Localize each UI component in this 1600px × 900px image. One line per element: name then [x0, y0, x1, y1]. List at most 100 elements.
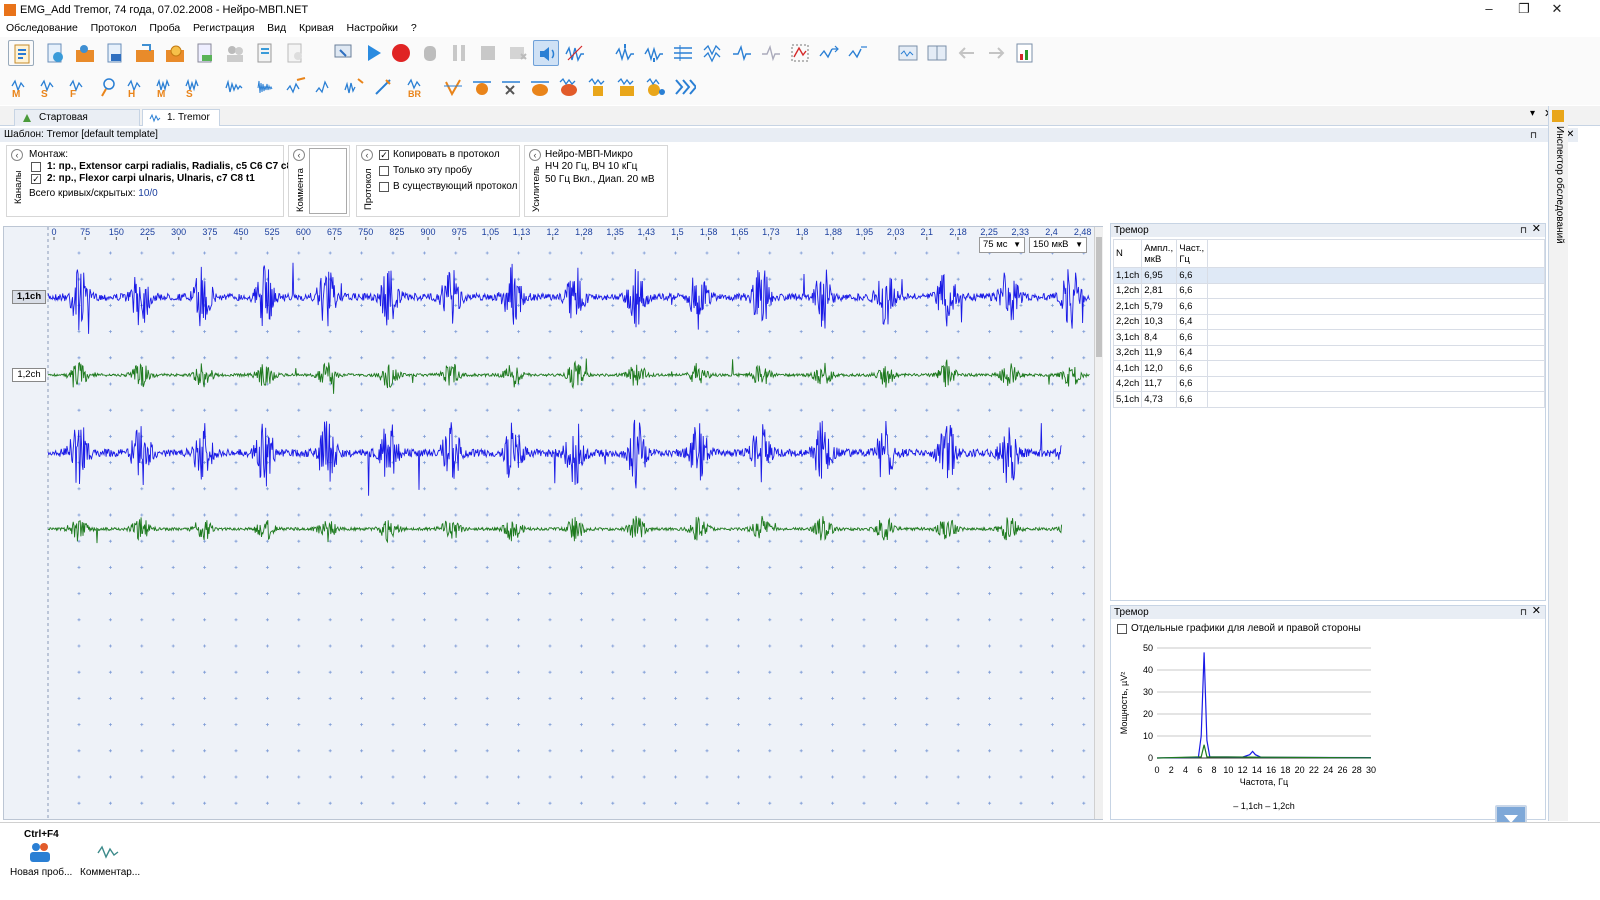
- test-probe-button[interactable]: [95, 74, 121, 100]
- mark-button[interactable]: [816, 40, 842, 66]
- open-button[interactable]: [42, 40, 68, 66]
- test-needle3-button[interactable]: [341, 74, 367, 100]
- time-scale-select[interactable]: 75 мс ▼: [979, 237, 1025, 253]
- tab-start-page[interactable]: Стартовая страница: [14, 109, 140, 139]
- comment-collapse-icon[interactable]: ‹: [293, 149, 305, 161]
- existing-protocol-checkbox[interactable]: [379, 182, 389, 192]
- amp-up-button[interactable]: [612, 40, 638, 66]
- channel-2-checkbox[interactable]: ✓: [31, 174, 41, 184]
- exam-inspector-sidebar[interactable]: Инспектор обследований: [1548, 106, 1568, 821]
- comment-textbox[interactable]: [309, 148, 347, 214]
- filter-button[interactable]: [562, 40, 588, 66]
- table-row[interactable]: 1,1ch 6,95 6,6: [1112, 267, 1545, 284]
- new-test-button[interactable]: Новая проб...: [6, 841, 74, 881]
- graph-scroll-thumb[interactable]: [1096, 237, 1102, 357]
- new-exam-button[interactable]: [8, 40, 34, 66]
- test-needle4-button[interactable]: [370, 74, 396, 100]
- menu-item-registration[interactable]: Регистрация: [193, 20, 254, 36]
- tab-menu-icon[interactable]: ▾: [1530, 108, 1535, 119]
- print-button[interactable]: [252, 40, 278, 66]
- window-button[interactable]: [895, 40, 921, 66]
- test-h2-button[interactable]: [643, 74, 669, 100]
- emg-graph[interactable]: 0 75 150 225 300 375 450 525 600 675 750 825 900 975 1…: [3, 226, 1117, 821]
- test-needle-button[interactable]: [283, 74, 309, 100]
- table-row[interactable]: 5,1ch 4,73 6,6: [1112, 391, 1545, 408]
- test-g-button[interactable]: [614, 74, 640, 100]
- settings-folder-button[interactable]: [162, 40, 188, 66]
- monitor-button[interactable]: [330, 40, 356, 66]
- test-h-button[interactable]: H: [124, 74, 150, 100]
- overlay-button[interactable]: [700, 40, 726, 66]
- report-chart-button[interactable]: [1012, 40, 1038, 66]
- close-icon[interactable]: ✕: [1542, 0, 1572, 20]
- channel-label-2[interactable]: 1,2ch: [12, 368, 46, 382]
- export-button[interactable]: [132, 40, 158, 66]
- table-row[interactable]: 4,2ch 11,7 6,6: [1112, 375, 1545, 392]
- save-button[interactable]: [102, 40, 128, 66]
- minimize-icon[interactable]: –: [1474, 0, 1504, 20]
- test-m-button[interactable]: M: [8, 74, 34, 100]
- test-a-button[interactable]: [440, 74, 466, 100]
- test-s-button[interactable]: S: [37, 74, 63, 100]
- more-button[interactable]: [672, 74, 698, 100]
- test-b-button[interactable]: [469, 74, 495, 100]
- wave-gray-button[interactable]: [758, 40, 784, 66]
- graph-scrollbar[interactable]: [1094, 227, 1103, 819]
- channels-collapse-icon[interactable]: ‹: [11, 149, 23, 161]
- channel-1-checkbox[interactable]: [31, 162, 41, 172]
- table-row[interactable]: 3,1ch 8,4 6,6: [1112, 329, 1545, 346]
- people-button[interactable]: [222, 40, 248, 66]
- restore-icon[interactable]: ❐: [1509, 0, 1539, 20]
- patients-button[interactable]: [72, 40, 98, 66]
- play-button[interactable]: [360, 40, 386, 66]
- sound-button[interactable]: [533, 40, 559, 66]
- test-emg2-button[interactable]: [254, 74, 280, 100]
- close-icon[interactable]: ✕: [1532, 605, 1541, 618]
- table-row[interactable]: 2,2ch 10,3 6,4: [1112, 313, 1545, 330]
- menu-item-protocol[interactable]: Протокол: [91, 20, 137, 36]
- mark2-button[interactable]: [845, 40, 871, 66]
- test-br-button[interactable]: BR: [404, 74, 430, 100]
- pause-button[interactable]: [446, 40, 472, 66]
- test-needle2-button[interactable]: [312, 74, 338, 100]
- table-row[interactable]: 3,2ch 11,9 6,4: [1112, 344, 1545, 361]
- erase-button[interactable]: [505, 40, 531, 66]
- amp-scale-select[interactable]: 150 мкВ ▼: [1029, 237, 1087, 253]
- window2-button[interactable]: [924, 40, 950, 66]
- menu-item-examination[interactable]: Обследование: [6, 20, 78, 36]
- report-button[interactable]: [192, 40, 218, 66]
- test-emg-button[interactable]: [222, 74, 248, 100]
- separate-graphs-checkbox[interactable]: [1117, 624, 1127, 634]
- forward-button[interactable]: [983, 40, 1009, 66]
- test-e-button[interactable]: [556, 74, 582, 100]
- test-f-button[interactable]: F: [66, 74, 92, 100]
- print-preview-button[interactable]: [282, 40, 308, 66]
- record-button[interactable]: [388, 40, 414, 66]
- menu-item-test[interactable]: Проба: [149, 20, 180, 36]
- pin-icon[interactable]: ⊓: [1530, 128, 1537, 142]
- amp-down-button[interactable]: [641, 40, 667, 66]
- menu-item-settings[interactable]: Настройки: [347, 20, 399, 36]
- test-c-button[interactable]: [498, 74, 524, 100]
- amplifier-collapse-icon[interactable]: ‹: [529, 149, 541, 161]
- stop-button[interactable]: [475, 40, 501, 66]
- test-s2-button[interactable]: S: [182, 74, 208, 100]
- back-button[interactable]: [954, 40, 980, 66]
- channel-label-1[interactable]: 1,1ch: [12, 290, 46, 304]
- tab-tremor[interactable]: 1. Tremor: [142, 109, 220, 126]
- pin-icon[interactable]: ⊓: [1520, 606, 1527, 619]
- test-f2-button[interactable]: [585, 74, 611, 100]
- test-m2-button[interactable]: M: [153, 74, 179, 100]
- table-row[interactable]: 4,1ch 12,0 6,6: [1112, 360, 1545, 377]
- menu-item-view[interactable]: Вид: [267, 20, 286, 36]
- protocol-collapse-icon[interactable]: ‹: [361, 149, 373, 161]
- test-d-button[interactable]: [527, 74, 553, 100]
- table-row[interactable]: 1,2ch 2,81 6,6: [1112, 282, 1545, 299]
- comment-button[interactable]: Комментар...: [76, 841, 144, 881]
- menu-item-curve[interactable]: Кривая: [299, 20, 334, 36]
- copy-to-protocol-checkbox[interactable]: ✓: [379, 150, 389, 160]
- cursor-button[interactable]: [787, 40, 813, 66]
- table-row[interactable]: 2,1ch 5,79 6,6: [1112, 298, 1545, 315]
- only-this-test-checkbox[interactable]: [379, 166, 389, 176]
- stack-button[interactable]: [670, 40, 696, 66]
